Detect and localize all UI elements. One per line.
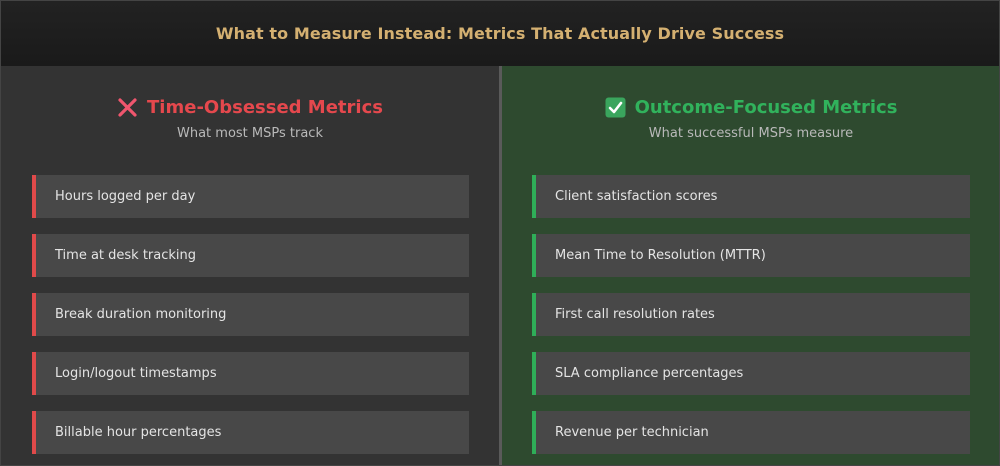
time-obsessed-column: Time-Obsessed Metrics What most MSPs tra… <box>1 66 499 465</box>
list-item: Revenue per technician <box>532 411 970 454</box>
outcome-focused-column: Outcome-Focused Metrics What successful … <box>502 66 999 465</box>
metric-list: Hours logged per day Time at desk tracki… <box>32 175 469 465</box>
cross-icon <box>117 97 138 118</box>
column-title: Outcome-Focused Metrics <box>634 97 898 118</box>
metric-list: Client satisfaction scores Mean Time to … <box>532 175 970 465</box>
list-item: SLA compliance percentages <box>532 352 970 395</box>
check-icon <box>605 97 626 118</box>
list-item: First call resolution rates <box>532 293 970 336</box>
column-heading: Outcome-Focused Metrics <box>502 97 999 118</box>
list-item: Client satisfaction scores <box>532 175 970 218</box>
list-item: Billable hour percentages <box>32 411 469 454</box>
list-item: Time at desk tracking <box>32 234 469 277</box>
comparison-panel: What to Measure Instead: Metrics That Ac… <box>0 0 1000 466</box>
list-item: Login/logout timestamps <box>32 352 469 395</box>
column-subtitle: What successful MSPs measure <box>648 126 854 141</box>
page-title: What to Measure Instead: Metrics That Ac… <box>215 24 785 43</box>
list-item: Hours logged per day <box>32 175 469 218</box>
list-item: Break duration monitoring <box>32 293 469 336</box>
list-item: Mean Time to Resolution (MTTR) <box>532 234 970 277</box>
header-bar: What to Measure Instead: Metrics That Ac… <box>1 1 999 66</box>
column-title: Time-Obsessed Metrics <box>147 97 383 118</box>
column-heading: Time-Obsessed Metrics <box>1 97 499 118</box>
column-subtitle: What most MSPs track <box>177 126 323 141</box>
